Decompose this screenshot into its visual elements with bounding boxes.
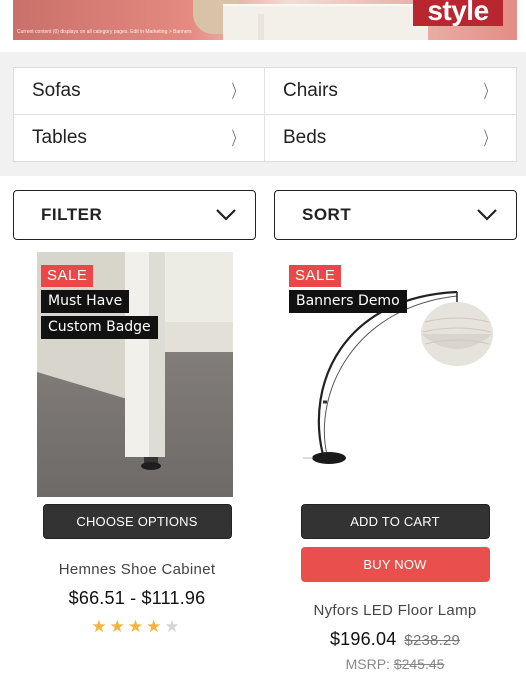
chevron-right-icon: 〉 (231, 81, 243, 103)
product-price: $66.51 - $111.96 (68, 588, 206, 608)
hero-table-leg (258, 14, 264, 40)
category-label: Tables (32, 126, 87, 148)
custom-badge: Banners Demo (289, 290, 407, 313)
sale-badge: SALE (289, 265, 342, 287)
star-icon: ★ (127, 617, 147, 637)
add-to-cart-button[interactable]: ADD TO CART (300, 504, 490, 539)
product-card: SALE Must Have Custom Badge CHOOSE OPTIO… (22, 252, 252, 637)
category-label: Beds (283, 126, 327, 148)
hero-banner[interactable]: Current content (0) displays on all cate… (13, 0, 517, 40)
hero-fine-print: Current content (0) displays on all cate… (17, 29, 192, 35)
category-label: Sofas (32, 79, 81, 101)
sale-price: $196.04 (329, 629, 397, 649)
choose-options-button[interactable]: CHOOSE OPTIONS (42, 504, 232, 539)
sort-label: SORT (302, 205, 352, 224)
chevron-down-icon (216, 209, 236, 221)
chevron-down-icon (477, 209, 497, 221)
was-price: $238.29 (404, 632, 461, 649)
filter-label: FILTER (41, 205, 103, 224)
category-grid: Sofas 〉 Chairs 〉 Tables 〉 Beds 〉 (13, 67, 517, 162)
sort-dropdown[interactable]: SORT (274, 190, 517, 240)
msrp: MSRP: $245.45 (280, 656, 510, 672)
rating-stars: ★★★★★ (22, 617, 252, 637)
star-icon: ★ (91, 617, 110, 637)
filter-dropdown[interactable]: FILTER (13, 190, 256, 240)
category-chairs[interactable]: Chairs 〉 (265, 68, 516, 115)
custom-badge: Custom Badge (41, 316, 158, 339)
category-label: Chairs (283, 79, 338, 101)
badge-group: SALE Banners Demo (289, 265, 407, 313)
hero-table-image (223, 4, 428, 40)
badge-group: SALE Must Have Custom Badge (41, 265, 158, 339)
buy-now-button[interactable]: BUY NOW (300, 547, 490, 582)
chevron-right-icon: 〉 (483, 81, 495, 103)
sale-badge: SALE (41, 265, 94, 287)
product-price: $196.04 $238.29 (280, 629, 510, 650)
product-image[interactable]: SALE Banners Demo (285, 252, 505, 497)
star-icon: ★ (109, 617, 128, 637)
chevron-right-icon: 〉 (231, 128, 243, 150)
hero-style-tag: style (413, 0, 503, 26)
product-name[interactable]: Nyfors LED Floor Lamp (280, 602, 510, 619)
msrp-label: MSRP: (345, 656, 390, 672)
star-icon: ★ (146, 617, 165, 637)
product-image[interactable]: SALE Must Have Custom Badge (37, 252, 233, 497)
msrp-value: $245.45 (393, 656, 445, 672)
product-card: SALE Banners Demo ADD TO CART BUY NOW Ny… (280, 252, 510, 672)
product-name[interactable]: Hemnes Shoe Cabinet (22, 561, 252, 578)
star-empty-icon: ★ (164, 617, 183, 637)
category-beds[interactable]: Beds 〉 (265, 115, 516, 162)
category-tables[interactable]: Tables 〉 (14, 114, 265, 161)
custom-badge: Must Have (41, 290, 130, 313)
category-sofas[interactable]: Sofas 〉 (14, 68, 265, 115)
chevron-right-icon: 〉 (483, 128, 495, 150)
